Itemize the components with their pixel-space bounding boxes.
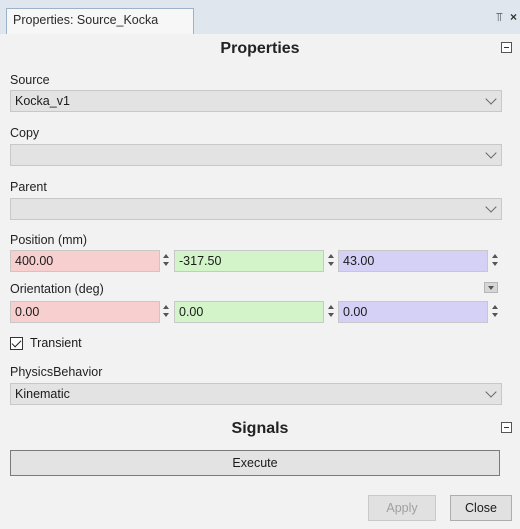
orientation-x-field[interactable]: 0.00 — [10, 301, 160, 323]
properties-window: Properties: Source_Kocka ⫪ × Properties … — [0, 0, 520, 529]
position-y-spinner[interactable] — [325, 250, 337, 272]
execute-button[interactable]: Execute — [10, 450, 500, 476]
parent-combo[interactable] — [10, 198, 502, 220]
position-z-value: 43.00 — [343, 254, 375, 268]
source-label: Source — [10, 73, 50, 87]
position-x-field[interactable]: 400.00 — [10, 250, 160, 272]
position-x-value: 400.00 — [15, 254, 54, 268]
parent-label: Parent — [10, 180, 47, 194]
position-x-spinner[interactable] — [160, 250, 172, 272]
close-button[interactable]: Close — [450, 495, 512, 521]
transient-checkbox[interactable] — [10, 337, 23, 350]
collapse-properties-icon[interactable] — [501, 42, 512, 53]
chevron-down-icon — [485, 201, 497, 213]
orientation-x-value: 0.00 — [15, 305, 40, 319]
expand-orientation-icon[interactable] — [484, 282, 498, 293]
orientation-y-value: 0.00 — [179, 305, 204, 319]
position-z-spinner[interactable] — [489, 250, 501, 272]
tab-strip: Properties: Source_Kocka ⫪ × — [0, 0, 520, 34]
orientation-y-field[interactable]: 0.00 — [174, 301, 324, 323]
chevron-down-icon — [485, 147, 497, 159]
copy-label: Copy — [10, 126, 40, 140]
position-y-field[interactable]: -317.50 — [174, 250, 324, 272]
orientation-x-spinner[interactable] — [160, 301, 172, 323]
orientation-z-spinner[interactable] — [489, 301, 501, 323]
copy-combo[interactable] — [10, 144, 502, 166]
source-combo[interactable]: Kocka_v1 — [10, 90, 502, 112]
orientation-z-field[interactable]: 0.00 — [338, 301, 488, 323]
position-label: Position (mm) — [10, 233, 88, 247]
orientation-label: Orientation (deg) — [10, 282, 104, 296]
position-z-field[interactable]: 43.00 — [338, 250, 488, 272]
chevron-down-icon — [485, 93, 497, 105]
physics-value: Kinematic — [15, 387, 70, 401]
signals-header: Signals — [0, 418, 520, 444]
physics-label: PhysicsBehavior — [10, 365, 103, 379]
physics-combo[interactable]: Kinematic — [10, 383, 502, 405]
source-value: Kocka_v1 — [15, 94, 70, 108]
orientation-z-value: 0.00 — [343, 305, 368, 319]
signals-title: Signals — [231, 420, 289, 437]
pin-dropdown-icon[interactable]: ⫪ — [496, 10, 503, 25]
close-icon[interactable]: × — [510, 10, 517, 24]
collapse-signals-icon[interactable] — [501, 422, 512, 433]
apply-button[interactable]: Apply — [368, 495, 436, 521]
properties-header: Properties — [0, 38, 520, 64]
orientation-y-spinner[interactable] — [325, 301, 337, 323]
tab-properties[interactable]: Properties: Source_Kocka — [6, 8, 194, 34]
transient-label: Transient — [30, 336, 82, 350]
properties-title: Properties — [220, 40, 300, 57]
chevron-down-icon — [485, 386, 497, 398]
position-y-value: -317.50 — [179, 254, 222, 268]
